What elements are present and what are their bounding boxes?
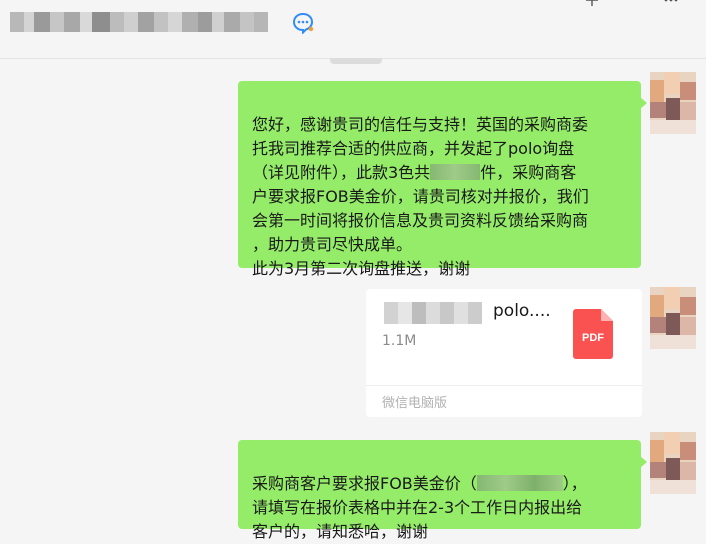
chat-bubble-icon[interactable] xyxy=(292,12,314,34)
file-attachment-card[interactable]: polo.... 1.1M PDF 微信电脑版 xyxy=(366,289,642,417)
pdf-label: PDF xyxy=(582,332,604,344)
contact-name-blurred xyxy=(10,12,268,32)
avatar[interactable] xyxy=(650,432,696,494)
message-line: 客户的，请知悉哈，谢谢 xyxy=(252,522,429,541)
avatar[interactable] xyxy=(650,287,696,349)
message-line: ，助力贵司尽快成单。 xyxy=(252,235,413,254)
file-size: 1.1M xyxy=(382,333,417,349)
message-line: 件，采购商客 xyxy=(480,163,577,182)
scroll-indicator[interactable] xyxy=(330,58,382,64)
chat-header xyxy=(0,0,706,59)
message-line: 采购商客户要求报FOB美金价（ xyxy=(252,474,477,493)
message-line: 您好，感谢贵司的信任与支持！英国的采购商委 xyxy=(252,115,589,134)
avatar[interactable] xyxy=(650,72,696,134)
message-line: （详见附件），此款3色共 xyxy=(252,163,431,182)
message-line: ）， xyxy=(562,474,587,493)
message-line: 托我司推荐合适的供应商，并发起了polo询盘 xyxy=(252,139,575,158)
message-bubble-1[interactable]: 您好，感谢贵司的信任与支持！英国的采购商委 托我司推荐合适的供应商，并发起了po… xyxy=(238,81,647,278)
divider xyxy=(366,385,642,386)
redacted-price xyxy=(476,475,563,491)
message-line: 会第一时间将报价信息及贵司资料反馈给采购商 xyxy=(252,211,589,230)
file-source: 微信电脑版 xyxy=(382,396,448,411)
message-line: 此为3月第二次询盘推送，谢谢 xyxy=(252,259,471,278)
plus-icon[interactable] xyxy=(586,0,598,6)
more-icon[interactable] xyxy=(664,0,678,4)
redacted-quantity xyxy=(430,164,481,180)
message-line: 户要求报FOB美金价，请贵司核对并报价，我们 xyxy=(252,187,589,206)
message-bubble-2[interactable]: 采购商客户要求报FOB美金价（ ）， 请填写在报价表格中并在2-3个工作日内报出给… xyxy=(238,440,647,541)
message-line: 请填写在报价表格中并在2-3个工作日内报出给 xyxy=(252,498,583,517)
file-name: polo.... xyxy=(493,301,551,321)
